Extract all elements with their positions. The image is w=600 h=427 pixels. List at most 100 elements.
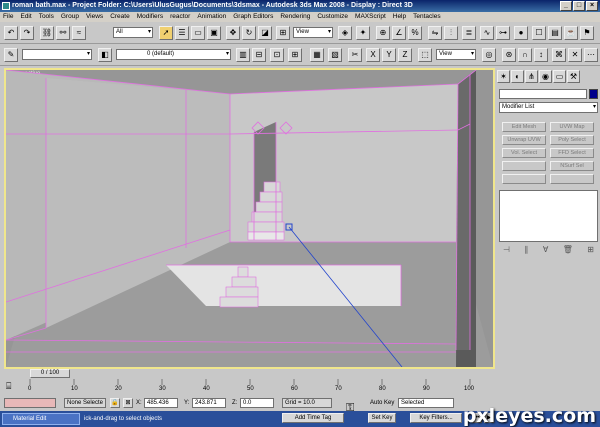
- menu-graph-editors[interactable]: Graph Editors: [233, 12, 273, 22]
- axis-constraint-x-icon[interactable]: X: [366, 48, 380, 62]
- render-icon[interactable]: ⚑: [580, 26, 594, 40]
- absolute-transform-icon[interactable]: ⊠: [123, 398, 133, 408]
- pivot-icon[interactable]: ◎: [482, 48, 496, 62]
- track-bar[interactable]: ⌸ 0 10 20 30 40 50 60 70 80 90 100: [0, 379, 494, 396]
- close-button[interactable]: ×: [586, 1, 598, 11]
- mirror-icon[interactable]: ⇋: [428, 26, 442, 40]
- vol-select-button[interactable]: Vol. Select: [502, 148, 546, 158]
- menu-animation[interactable]: Animation: [197, 12, 226, 22]
- render-setup-icon[interactable]: ☐: [532, 26, 546, 40]
- menu-reactor[interactable]: reactor: [170, 12, 190, 22]
- scale-icon[interactable]: ◪: [258, 26, 272, 40]
- remove-modifier-icon[interactable]: 🗑: [563, 245, 573, 257]
- select-by-name-icon[interactable]: ☰: [175, 26, 189, 40]
- modifier-list-dropdown[interactable]: Modifier List: [499, 102, 598, 113]
- set-key-button[interactable]: Set Key: [368, 413, 396, 423]
- menu-tools[interactable]: Tools: [39, 12, 54, 22]
- object-color-swatch[interactable]: [589, 89, 598, 99]
- reference-coord-dropdown[interactable]: View: [293, 27, 333, 38]
- utilities-tab-icon[interactable]: ⚒: [567, 70, 580, 83]
- poly-select-button[interactable]: Poly Select: [550, 135, 594, 145]
- extras-icon[interactable]: ✂: [348, 48, 362, 62]
- z-coordinate-field[interactable]: 0.0: [240, 398, 274, 408]
- x-coordinate-field[interactable]: 485.436: [144, 398, 178, 408]
- display-tab-icon[interactable]: ▭: [553, 70, 566, 83]
- rotate-icon[interactable]: ↻: [242, 26, 256, 40]
- modifier-slot-empty-1[interactable]: [502, 161, 546, 171]
- named-selection-dropdown[interactable]: [22, 49, 92, 60]
- schematic-view-icon[interactable]: ⊶: [496, 26, 510, 40]
- create-tab-icon[interactable]: ✶: [497, 70, 510, 83]
- key-mode-dropdown[interactable]: Selected: [398, 398, 454, 408]
- maximize-button[interactable]: □: [573, 1, 585, 11]
- reference-coord-icon[interactable]: ⊞: [276, 26, 290, 40]
- reference-coord-dropdown-2[interactable]: View: [436, 49, 476, 60]
- render-frame-icon[interactable]: ▤: [548, 26, 562, 40]
- material-editor-task[interactable]: Material Edit: [2, 413, 80, 425]
- nsurf-sel-button[interactable]: NSurf Sel: [550, 161, 594, 171]
- menu-edit[interactable]: Edit: [20, 12, 31, 22]
- create-layer-icon[interactable]: ▥: [236, 48, 250, 62]
- layer-icon[interactable]: ◧: [98, 48, 112, 62]
- select-link-icon[interactable]: ⛓: [40, 26, 54, 40]
- make-unique-icon[interactable]: ∀: [543, 245, 548, 257]
- selection-filter-dropdown[interactable]: All: [113, 27, 153, 38]
- lock-selection-icon[interactable]: 🔒: [110, 398, 120, 408]
- rectangular-region-icon[interactable]: ▭: [191, 26, 205, 40]
- spinner-snap-icon[interactable]: ↕: [534, 48, 548, 62]
- menu-customize[interactable]: Customize: [317, 12, 348, 22]
- window-crossing-icon[interactable]: ▣: [207, 26, 221, 40]
- show-end-result-icon[interactable]: ∥: [524, 245, 528, 257]
- select-in-layer-icon[interactable]: ⊡: [270, 48, 284, 62]
- motion-tab-icon[interactable]: ◉: [539, 70, 552, 83]
- object-name-field[interactable]: [499, 89, 587, 99]
- undo-icon[interactable]: ↶: [4, 26, 18, 40]
- key-filters-button[interactable]: Key Filters...: [410, 413, 462, 423]
- maxscript-listener-field[interactable]: [4, 398, 56, 408]
- axis-constraint-z-icon[interactable]: Z: [398, 48, 412, 62]
- modifier-slot-empty-3[interactable]: [550, 174, 594, 184]
- set-current-layer-icon[interactable]: ⊞: [288, 48, 302, 62]
- configure-sets-icon[interactable]: ⊞: [587, 245, 594, 257]
- unlink-icon[interactable]: ⚯: [56, 26, 70, 40]
- uvw-map-button[interactable]: UVW Map: [550, 122, 594, 132]
- menu-file[interactable]: File: [3, 12, 13, 22]
- menu-views[interactable]: Views: [86, 12, 103, 22]
- menu-tentacles[interactable]: Tentacles: [413, 12, 440, 22]
- layer-manager-icon[interactable]: ≣: [462, 26, 476, 40]
- graphite-tool-icon[interactable]: ▦: [310, 48, 324, 62]
- magnet-icon[interactable]: ∩: [518, 48, 532, 62]
- move-icon[interactable]: ✥: [226, 26, 240, 40]
- bind-space-warp-icon[interactable]: ≈: [72, 26, 86, 40]
- track-view-icon[interactable]: ▧: [328, 48, 342, 62]
- edit-named-selection-icon[interactable]: ⌘: [552, 48, 566, 62]
- edit-mesh-button[interactable]: Edit Mesh: [502, 122, 546, 132]
- y-coordinate-field[interactable]: 243.871: [192, 398, 226, 408]
- menu-rendering[interactable]: Rendering: [280, 12, 310, 22]
- percent-snap-icon[interactable]: %: [408, 26, 422, 40]
- angle-snap-icon[interactable]: ∠: [392, 26, 406, 40]
- modifier-stack[interactable]: [499, 190, 598, 242]
- axis-constraint-y-icon[interactable]: Y: [382, 48, 396, 62]
- modify-tab-icon[interactable]: ◐: [511, 70, 524, 83]
- menu-create[interactable]: Create: [110, 12, 130, 22]
- hierarchy-tab-icon[interactable]: ⋔: [525, 70, 538, 83]
- quick-render-icon[interactable]: ☕: [564, 26, 578, 40]
- unwrap-uvw-button[interactable]: Unwrap UVW: [502, 135, 546, 145]
- modifier-slot-empty-2[interactable]: [502, 174, 546, 184]
- snap-icon[interactable]: ⊛: [502, 48, 516, 62]
- menu-modifiers[interactable]: Modifiers: [137, 12, 163, 22]
- time-slider-track[interactable]: 0 / 100: [0, 369, 600, 379]
- align-icon[interactable]: ⫶: [444, 26, 458, 40]
- select-manipulate-icon[interactable]: ✦: [356, 26, 370, 40]
- time-slider[interactable]: 0 / 100: [30, 369, 70, 378]
- named-selection-icon[interactable]: ✎: [4, 48, 18, 62]
- layer-dropdown[interactable]: 0 (default): [116, 49, 231, 60]
- more-tools-icon[interactable]: ⋯: [584, 48, 598, 62]
- add-to-layer-icon[interactable]: ⊟: [252, 48, 266, 62]
- coord-display-icon[interactable]: ⬚: [418, 48, 432, 62]
- snap-toggle-icon[interactable]: ⊕: [376, 26, 390, 40]
- ffd-select-button[interactable]: FFD Select: [550, 148, 594, 158]
- perspective-viewport[interactable]: Perspective: [4, 68, 495, 369]
- auto-key-label[interactable]: Auto Key: [370, 398, 394, 408]
